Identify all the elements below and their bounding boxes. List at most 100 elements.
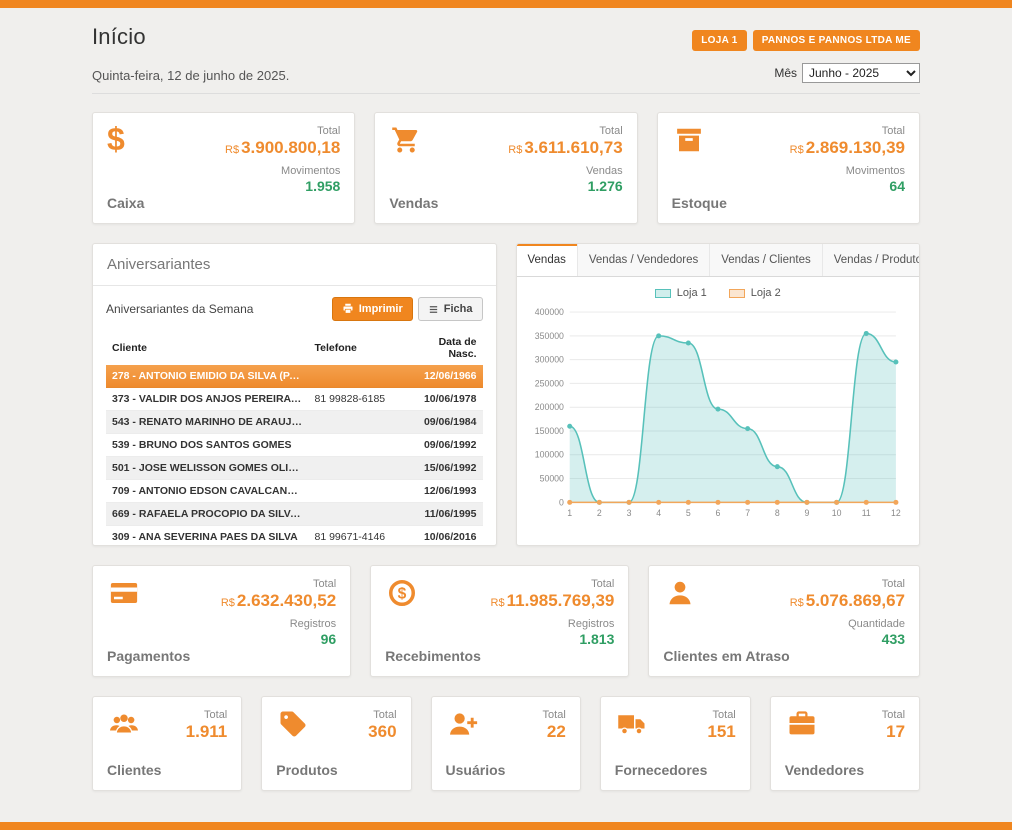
table-row[interactable]: 309 - ANA SEVERINA PAES DA SILVA 81 9967… — [106, 526, 483, 547]
month-select[interactable]: Junho - 2025 — [802, 63, 920, 83]
birthdays-subtitle: Aniversariantes da Semana — [106, 302, 253, 316]
top-accent-bar — [0, 0, 1012, 8]
svg-text:3: 3 — [626, 508, 631, 518]
list-icon — [428, 304, 439, 315]
birthdate-cell: 15/06/1992 — [405, 457, 483, 480]
total-label: Total — [882, 125, 905, 137]
total-label: Total — [713, 709, 736, 721]
svg-text:$: $ — [398, 586, 407, 603]
table-row[interactable]: 278 - ANTONIO EMIDIO DA SILVA (PALE... 1… — [106, 365, 483, 388]
card-estoque: Estoque Total R$2.869.130,39 Movimentos … — [657, 112, 920, 224]
card-title: Fornecedores — [615, 762, 708, 778]
card-vendedores: Vendedores Total 17 — [770, 696, 920, 791]
phone-cell — [309, 480, 405, 503]
count-value: 64 — [889, 177, 905, 195]
table-row[interactable]: 501 - JOSE WELISSON GOMES OLIVEIR... 15/… — [106, 457, 483, 480]
tab-vendas[interactable]: Vendas — [517, 244, 578, 276]
card-title: Clientes — [107, 762, 161, 778]
table-row[interactable]: 709 - ANTONIO EDSON CAVALCANTE D... 12/0… — [106, 480, 483, 503]
dashboard: Início LOJA 1 PANNOS E PANNOS LTDA ME Qu… — [92, 24, 920, 791]
total-count: 22 — [547, 721, 566, 743]
column-header-data-nasc: Data de Nasc. — [405, 331, 483, 365]
card-title: Recebimentos — [385, 648, 481, 664]
svg-text:6: 6 — [715, 508, 720, 518]
phone-cell — [309, 434, 405, 457]
current-date: Quinta-feira, 12 de junho de 2025. — [92, 68, 289, 83]
legend-loja1: Loja 1 — [655, 287, 707, 299]
page-header: Início LOJA 1 PANNOS E PANNOS LTDA ME — [92, 24, 920, 51]
print-button[interactable]: Imprimir — [332, 297, 413, 321]
svg-text:2: 2 — [596, 508, 601, 518]
phone-cell — [309, 365, 405, 388]
total-amount: R$2.632.430,52 — [221, 590, 336, 611]
stat-cards-row-1: $ Caixa Total R$3.900.800,18 Movimentos … — [92, 112, 920, 224]
mini-cards-row: Clientes Total 1.911 Produtos Total 360 — [92, 696, 920, 791]
store-button[interactable]: LOJA 1 — [692, 30, 746, 51]
phone-cell: 81 99671-4146 — [309, 526, 405, 547]
table-row[interactable]: 669 - RAFAELA PROCOPIO DA SILVA CA... 11… — [106, 503, 483, 526]
count-label: Registros — [290, 618, 336, 630]
birthdate-cell: 12/06/1993 — [405, 480, 483, 503]
birthdate-cell: 10/06/1978 — [405, 388, 483, 411]
briefcase-icon — [785, 709, 821, 741]
svg-text:350000: 350000 — [534, 331, 563, 341]
count-label: Movimentos — [281, 165, 340, 177]
people-icon — [107, 709, 143, 741]
table-row[interactable]: 543 - RENATO MARINHO DE ARAUJO (F... 09/… — [106, 411, 483, 434]
svg-text:11: 11 — [861, 508, 870, 518]
card-title: Caixa — [107, 195, 144, 211]
phone-cell — [309, 411, 405, 434]
printer-icon — [342, 303, 354, 315]
table-row[interactable]: 539 - BRUNO DOS SANTOS GOMES 09/06/1992 — [106, 434, 483, 457]
legend-loja2: Loja 2 — [729, 287, 781, 299]
stat-cards-row-2: Pagamentos Total R$2.632.430,52 Registro… — [92, 565, 920, 677]
page-title: Início — [92, 24, 146, 50]
record-button[interactable]: Ficha — [418, 297, 483, 321]
card-pagamentos: Pagamentos Total R$2.632.430,52 Registro… — [92, 565, 351, 677]
count-value: 1.813 — [579, 630, 614, 648]
card-title: Vendedores — [785, 762, 864, 778]
count-label: Registros — [568, 618, 614, 630]
credit-card-icon — [107, 578, 143, 610]
card-clientes-em-atraso: Clientes em Atraso Total R$5.076.869,67 … — [648, 565, 920, 677]
chart-legend: Loja 1 Loja 2 — [527, 287, 910, 299]
birthdays-panel: Aniversariantes Aniversariantes da Seman… — [92, 243, 497, 546]
card-caixa: $ Caixa Total R$3.900.800,18 Movimentos … — [92, 112, 355, 224]
phone-cell — [309, 503, 405, 526]
table-row[interactable]: 373 - VALDIR DOS ANJOS PEREIRA (AN... 81… — [106, 388, 483, 411]
svg-text:300000: 300000 — [534, 355, 563, 365]
total-label: Total — [882, 578, 905, 590]
date-row: Quinta-feira, 12 de junho de 2025. Mês J… — [92, 63, 920, 94]
loja2-swatch-icon — [729, 289, 745, 298]
client-cell: 278 - ANTONIO EMIDIO DA SILVA (PALE... — [106, 365, 309, 388]
birthdate-cell: 11/06/1995 — [405, 503, 483, 526]
count-label: Movimentos — [846, 165, 905, 177]
card-title: Pagamentos — [107, 648, 190, 664]
card-title: Clientes em Atraso — [663, 648, 789, 664]
person-icon — [663, 578, 699, 610]
total-label: Total — [204, 709, 227, 721]
total-label: Total — [882, 709, 905, 721]
card-title: Produtos — [276, 762, 337, 778]
total-amount: R$3.611.610,73 — [508, 137, 622, 158]
archive-icon — [672, 125, 708, 157]
card-produtos: Produtos Total 360 — [261, 696, 411, 791]
total-label: Total — [317, 125, 340, 137]
bottom-accent-bar — [0, 822, 1012, 830]
total-label: Total — [313, 578, 336, 590]
tab-vendas-clientes[interactable]: Vendas / Clientes — [710, 244, 823, 276]
svg-text:9: 9 — [804, 508, 809, 518]
loja1-swatch-icon — [655, 289, 671, 298]
card-usuarios: Usuários Total 22 — [431, 696, 581, 791]
svg-text:8: 8 — [774, 508, 779, 518]
client-cell: 501 - JOSE WELISSON GOMES OLIVEIR... — [106, 457, 309, 480]
tab-vendas-produtos[interactable]: Vendas / Produtos — [823, 244, 920, 276]
cart-icon — [389, 125, 425, 157]
legend-label: Loja 1 — [677, 287, 707, 299]
total-label: Total — [373, 709, 396, 721]
total-amount: R$5.076.869,67 — [790, 590, 905, 611]
company-button[interactable]: PANNOS E PANNOS LTDA ME — [753, 30, 920, 51]
svg-text:7: 7 — [745, 508, 750, 518]
total-count: 1.911 — [186, 721, 228, 743]
tab-vendas-vendedores[interactable]: Vendas / Vendedores — [578, 244, 710, 276]
